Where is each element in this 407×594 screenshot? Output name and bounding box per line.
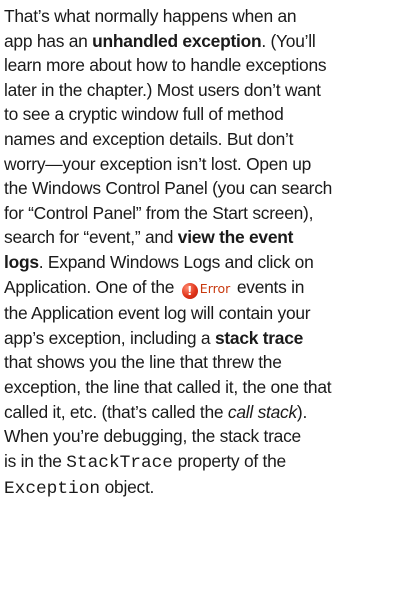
text-line: learn more about how to handle exception…	[4, 53, 406, 78]
error-icon: !	[181, 282, 198, 299]
text-line: called it, etc. (that’s called the call …	[4, 400, 406, 425]
code-term: Exception	[4, 479, 101, 500]
code-term: StackTrace	[66, 452, 173, 473]
text-line: that shows you the line that threw the	[4, 350, 406, 375]
text-run: Application. One of the	[4, 276, 179, 297]
text-run: is in the	[4, 450, 67, 471]
text-run: . Expand Windows Logs and click on	[38, 251, 314, 272]
text-run: property of the	[172, 450, 287, 471]
text-line: the Windows Control Panel (you can searc…	[4, 176, 406, 201]
bold-term: view the event	[177, 227, 294, 248]
bold-term: logs	[4, 251, 39, 272]
text-run: object.	[100, 477, 155, 498]
text-run: the Windows Control Panel (you can searc…	[4, 178, 333, 199]
text-run: that shows you the line that threw the	[4, 352, 282, 373]
text-run: app has an	[4, 30, 93, 51]
text-line: app’s exception, including a stack trace	[4, 326, 406, 351]
text-run: When you’re debugging, the stack trace	[4, 426, 301, 447]
text-line: That’s what normally happens when an	[4, 4, 406, 29]
text-run: search for “event,” and	[4, 227, 178, 248]
text-run: for “Control Panel” from the Start scree…	[4, 202, 314, 223]
text-line: Exception object.	[4, 475, 406, 502]
bold-term: unhandled exception	[92, 30, 262, 51]
text-run: app’s exception, including a	[4, 327, 215, 348]
text-line: to see a cryptic window full of method	[4, 102, 406, 127]
text-run: names and exception details. But don’t	[4, 128, 294, 149]
text-line: is in the StackTrace property of the	[4, 449, 406, 476]
text-run: ).	[296, 401, 308, 422]
text-run: exception, the line that called it, the …	[4, 376, 332, 397]
text-line: When you’re debugging, the stack trace	[4, 424, 406, 449]
text-line: the Application event log will contain y…	[4, 301, 406, 326]
bold-term: stack trace	[214, 327, 304, 348]
text-line: worry—your exception isn’t lost. Open up	[4, 152, 406, 177]
text-line: for “Control Panel” from the Start scree…	[4, 201, 406, 226]
text-line: logs. Expand Windows Logs and click on	[4, 250, 406, 275]
text-run: later in the chapter.) Most users don’t …	[4, 79, 321, 100]
text-run: the Application event log will contain y…	[4, 303, 311, 324]
text-run: learn more about how to handle exception…	[4, 55, 327, 76]
text-run: called it, etc. (that’s called the	[4, 401, 228, 422]
text-paragraph: That’s what normally happens when an app…	[4, 4, 406, 502]
text-line: names and exception details. But don’t	[4, 127, 406, 152]
text-line: Application. One of the ! Error events in	[4, 275, 406, 302]
italic-term: call stack	[227, 401, 297, 422]
text-run: That’s what normally happens when an	[4, 6, 297, 26]
text-line: exception, the line that called it, the …	[4, 375, 406, 400]
text-line: later in the chapter.) Most users don’t …	[4, 78, 406, 103]
text-run: worry—your exception isn’t lost. Open up	[4, 153, 312, 174]
text-run: . (You’ll	[261, 30, 316, 51]
text-run: events in	[232, 276, 305, 297]
text-line: search for “event,” and view the event	[4, 225, 406, 250]
text-run: to see a cryptic window full of method	[4, 104, 284, 125]
error-label: Error	[199, 280, 231, 296]
text-line: app has an unhandled exception. (You’ll	[4, 29, 406, 54]
